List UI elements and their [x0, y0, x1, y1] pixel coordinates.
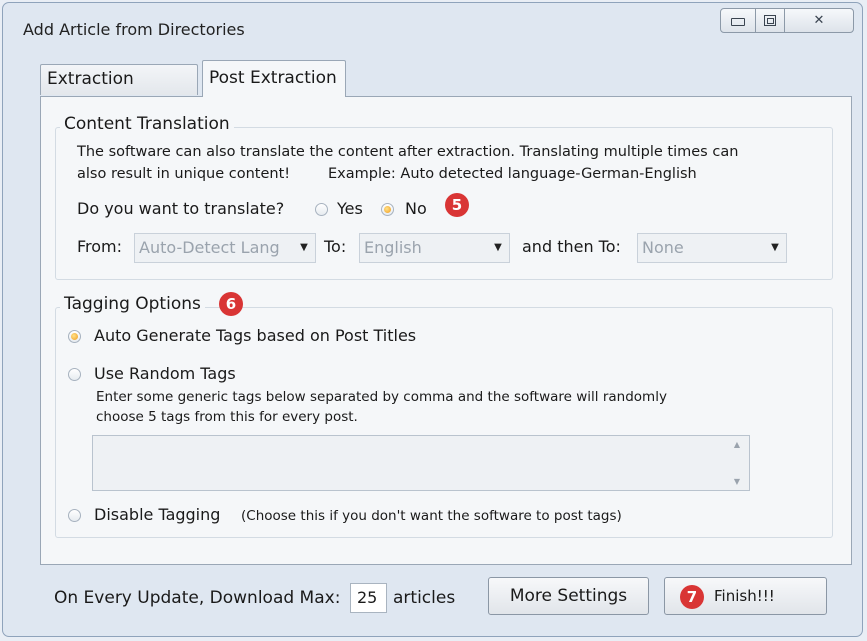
download-max-label: On Every Update, Download Max: [54, 588, 341, 608]
textarea-scrollbar[interactable]: ▲ ▼ [725, 436, 749, 490]
translate-yes-radio[interactable] [315, 203, 328, 216]
auto-tags-label[interactable]: Auto Generate Tags based on Post Titles [94, 326, 416, 345]
chevron-down-icon: ▼ [293, 234, 315, 262]
then-to-language-select[interactable]: None ▼ [637, 233, 787, 263]
content-translation-legend: Content Translation [60, 114, 234, 134]
window-title: Add Article from Directories [23, 20, 245, 39]
auto-tags-radio[interactable] [68, 330, 81, 343]
download-max-input[interactable]: 25 [350, 583, 387, 613]
disable-tagging-label[interactable]: Disable Tagging [94, 505, 220, 524]
chevron-down-icon: ▼ [764, 234, 786, 262]
close-icon: ✕ [813, 13, 825, 28]
then-to-label: and then To: [522, 237, 621, 256]
articles-label: articles [393, 588, 456, 608]
random-tags-help-line2: choose 5 tags from this for every post. [96, 409, 358, 425]
maximize-button[interactable] [755, 8, 785, 33]
random-tags-textarea[interactable]: ▲ ▼ [92, 435, 750, 491]
disable-tagging-note: (Choose this if you don't want the softw… [241, 508, 622, 524]
translation-description-line1: The software can also translate the cont… [77, 144, 739, 160]
close-button[interactable]: ✕ [784, 8, 854, 33]
window-controls: ✕ [720, 8, 856, 35]
then-to-language-value: None [642, 238, 684, 257]
from-label: From: [77, 237, 123, 256]
translation-example: Example: Auto detected language-German-E… [328, 166, 697, 182]
chevron-down-icon: ▼ [487, 234, 509, 262]
scroll-down-icon[interactable]: ▼ [734, 477, 740, 486]
tab-extraction-details[interactable]: Extraction Details [40, 64, 198, 118]
callout-badge-6: 6 [219, 292, 243, 316]
more-settings-button[interactable]: More Settings [488, 577, 649, 615]
translate-no-radio[interactable] [381, 203, 394, 216]
minimize-icon [731, 17, 745, 26]
to-label: To: [324, 237, 347, 256]
disable-tagging-radio[interactable] [68, 509, 81, 522]
finish-button-label: Finish!!! [714, 587, 775, 605]
translation-description-line2: also result in unique content! [77, 166, 291, 182]
post-extraction-panel: Content Translation The software can als… [40, 96, 852, 565]
callout-badge-7: 7 [680, 585, 704, 609]
from-language-value: Auto-Detect Lang [139, 238, 280, 257]
scroll-up-icon[interactable]: ▲ [734, 440, 740, 449]
translate-question: Do you want to translate? [77, 199, 285, 218]
translate-no-label[interactable]: No [405, 199, 427, 218]
from-language-select[interactable]: Auto-Detect Lang ▼ [134, 233, 316, 263]
tagging-options-legend: Tagging Options [60, 294, 205, 314]
random-tags-help-line1: Enter some generic tags below separated … [96, 389, 667, 405]
minimize-button[interactable] [720, 8, 756, 33]
tab-post-extraction[interactable]: Post Extraction [202, 60, 346, 97]
maximize-icon [764, 15, 776, 26]
random-tags-label[interactable]: Use Random Tags [94, 364, 236, 383]
to-language-select[interactable]: English ▼ [359, 233, 510, 263]
dialog-window: Add Article from Directories ✕ Extractio… [2, 2, 863, 637]
random-tags-radio[interactable] [68, 368, 81, 381]
translate-yes-label[interactable]: Yes [337, 199, 363, 218]
callout-badge-5: 5 [445, 193, 469, 217]
to-language-value: English [364, 238, 422, 257]
